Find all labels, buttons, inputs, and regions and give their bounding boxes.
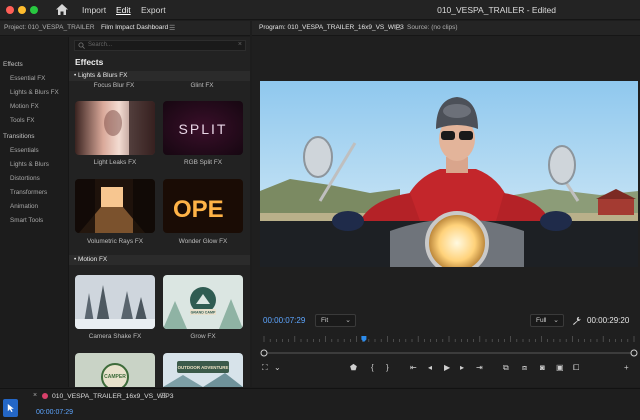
- sidebar-heading-transitions[interactable]: Transitions: [3, 133, 35, 140]
- quality-dropdown[interactable]: Full ⌄: [530, 314, 564, 327]
- playhead-marker[interactable]: [361, 336, 367, 342]
- safe-margins-icon[interactable]: ⛶: [262, 363, 268, 373]
- fit-dropdown[interactable]: Fit ⌄: [315, 314, 356, 327]
- category-sidebar: Effects Essential FX Lights & Blurs FX M…: [0, 37, 68, 387]
- search-placeholder: Search...: [88, 42, 113, 48]
- add-marker-icon[interactable]: ⬟: [350, 363, 357, 372]
- tab-program-monitor[interactable]: Program: 010_VESPA_TRAILER_16x9_VS_WIP3: [259, 24, 404, 31]
- cursor-arrow-icon: [7, 404, 14, 412]
- sidebar-item-lights-blurs[interactable]: Lights & Blurs: [10, 161, 49, 168]
- category-name: Motion FX: [78, 256, 108, 263]
- search-icon: [78, 42, 85, 49]
- chevron-down-icon: ⌄: [553, 317, 559, 324]
- sidebar-item-transformers[interactable]: Transformers: [10, 189, 47, 196]
- category-name: Lights & Blurs FX: [78, 72, 128, 79]
- search-input[interactable]: Search... ×: [74, 40, 246, 51]
- chevron-down-icon[interactable]: ⌄: [274, 363, 281, 372]
- monitor-tabs: Program: 010_VESPA_TRAILER_16x9_VS_WIP3 …: [252, 21, 640, 36]
- effect-label-focus-blur: Focus Blur FX: [93, 82, 135, 89]
- sidebar-item-motion-fx[interactable]: Motion FX: [10, 103, 39, 110]
- timeline-timecode[interactable]: 00:00:07:29: [36, 409, 73, 416]
- timeline-panel: × 010_VESPA_TRAILER_16x9_VS_WIP3 ☰ 00:00…: [0, 388, 640, 420]
- hamburger-icon[interactable]: ☰: [160, 392, 166, 400]
- effect-label-rgb-split: RGB Split FX: [184, 159, 222, 166]
- thumb-text-grand-camp: GRAND CAMP: [191, 311, 216, 315]
- window-title: 010_VESPA_TRAILER - Edited: [437, 5, 556, 15]
- effect-thumb-camper[interactable]: CAMPER: [75, 353, 155, 387]
- title-bar: Import Edit Export 010_VESPA_TRAILER - E…: [0, 0, 640, 20]
- effect-thumb-camera-shake[interactable]: [75, 275, 155, 329]
- sidebar-item-smart-tools[interactable]: Smart Tools: [10, 217, 43, 224]
- time-ruler[interactable]: [260, 336, 638, 342]
- effect-thumb-grow[interactable]: GRAND CAMP: [163, 275, 243, 329]
- mark-in-icon[interactable]: {: [371, 363, 374, 372]
- effect-label-grow: Grow FX: [190, 333, 216, 340]
- close-tab-icon[interactable]: ×: [33, 392, 37, 399]
- export-frame-icon[interactable]: ◙: [540, 363, 545, 372]
- effects-title: Effects: [75, 57, 104, 67]
- hamburger-icon[interactable]: ☰: [169, 24, 175, 32]
- effect-label-camera-shake: Camera Shake FX: [88, 333, 142, 340]
- thumb-text-open: OPE: [173, 196, 224, 223]
- tab-sequence[interactable]: 010_VESPA_TRAILER_16x9_VS_WIP3: [52, 393, 174, 400]
- effect-label-glint: Glint FX: [190, 82, 214, 89]
- add-button-icon[interactable]: +: [624, 363, 629, 372]
- clear-search-icon[interactable]: ×: [238, 41, 242, 48]
- multicam-icon[interactable]: ⧠: [573, 363, 579, 373]
- chevron-down-icon: ⌄: [345, 317, 351, 324]
- effect-label-volumetric-rays: Volumetric Rays FX: [86, 238, 144, 245]
- sidebar-item-tools-fx[interactable]: Tools FX: [10, 117, 35, 124]
- fit-dropdown-value: Fit: [321, 317, 329, 324]
- scrub-bar[interactable]: [260, 349, 638, 357]
- thumb-text-split: SPLIT: [179, 121, 228, 137]
- go-to-out-icon[interactable]: ⇥: [476, 363, 483, 372]
- effect-label-wonder-glow: Wonder Glow FX: [178, 238, 228, 245]
- go-to-in-icon[interactable]: ⇤: [410, 363, 417, 372]
- tab-source-monitor[interactable]: Source: (no clips): [407, 24, 458, 31]
- overwrite-icon[interactable]: ⧈: [522, 363, 527, 373]
- comparison-view-icon[interactable]: ▣: [556, 363, 564, 372]
- play-icon[interactable]: ▶: [444, 363, 450, 372]
- step-forward-icon[interactable]: ▸: [460, 363, 464, 372]
- hamburger-icon[interactable]: ☰: [395, 24, 401, 32]
- sidebar-item-animation[interactable]: Animation: [10, 203, 38, 210]
- sidebar-item-distortions[interactable]: Distortions: [10, 175, 40, 182]
- sidebar-item-essentials[interactable]: Essentials: [10, 147, 39, 154]
- program-monitor: 00:00:07:29 Fit ⌄ Full ⌄ 00:00:29:20 ⛶ ⌄…: [252, 36, 640, 387]
- effect-thumb-outdoor-adventure[interactable]: OUTDOOR ADVENTURE: [163, 353, 243, 387]
- tab-film-impact-dashboard[interactable]: Film Impact Dashboard: [101, 24, 168, 31]
- effects-browser: Search... × Effects • Lights & Blurs FX …: [68, 37, 250, 387]
- sidebar-heading-effects[interactable]: Effects: [3, 61, 23, 68]
- thumb-text-outdoor-adventure: OUTDOOR ADVENTURE: [178, 365, 229, 370]
- selection-tool-button[interactable]: [3, 399, 18, 417]
- thumb-text-camper: CAMPER: [104, 374, 126, 380]
- quality-dropdown-value: Full: [536, 317, 547, 324]
- wrench-icon[interactable]: [572, 316, 581, 325]
- tab-project[interactable]: Project: 010_VESPA_TRAILER: [4, 24, 95, 31]
- category-header-motion-fx[interactable]: • Motion FX: [69, 255, 250, 265]
- step-back-icon[interactable]: ◂: [428, 363, 432, 372]
- effect-label-light-leaks: Light Leaks FX: [93, 159, 137, 166]
- project-panel-tabs: Project: 010_VESPA_TRAILER Film Impact D…: [0, 21, 250, 36]
- effect-thumb-rgb-split[interactable]: SPLIT: [163, 101, 243, 155]
- insert-icon[interactable]: ⧉: [503, 363, 509, 373]
- category-header-lights-blurs[interactable]: • Lights & Blurs FX: [69, 71, 250, 81]
- playhead-timecode[interactable]: 00:00:07:29: [263, 316, 305, 325]
- mark-out-icon[interactable]: }: [386, 363, 389, 372]
- sequence-icon: [42, 393, 48, 399]
- effect-thumb-light-leaks[interactable]: [75, 101, 155, 155]
- duration-timecode: 00:00:29:20: [587, 316, 630, 325]
- sidebar-item-lights-blurs-fx[interactable]: Lights & Blurs FX: [10, 89, 59, 96]
- effect-thumb-volumetric-rays[interactable]: [75, 179, 155, 233]
- sidebar-item-essential-fx[interactable]: Essential FX: [10, 75, 45, 82]
- video-preview[interactable]: [260, 81, 638, 267]
- effect-thumb-wonder-glow[interactable]: OPE: [163, 179, 243, 233]
